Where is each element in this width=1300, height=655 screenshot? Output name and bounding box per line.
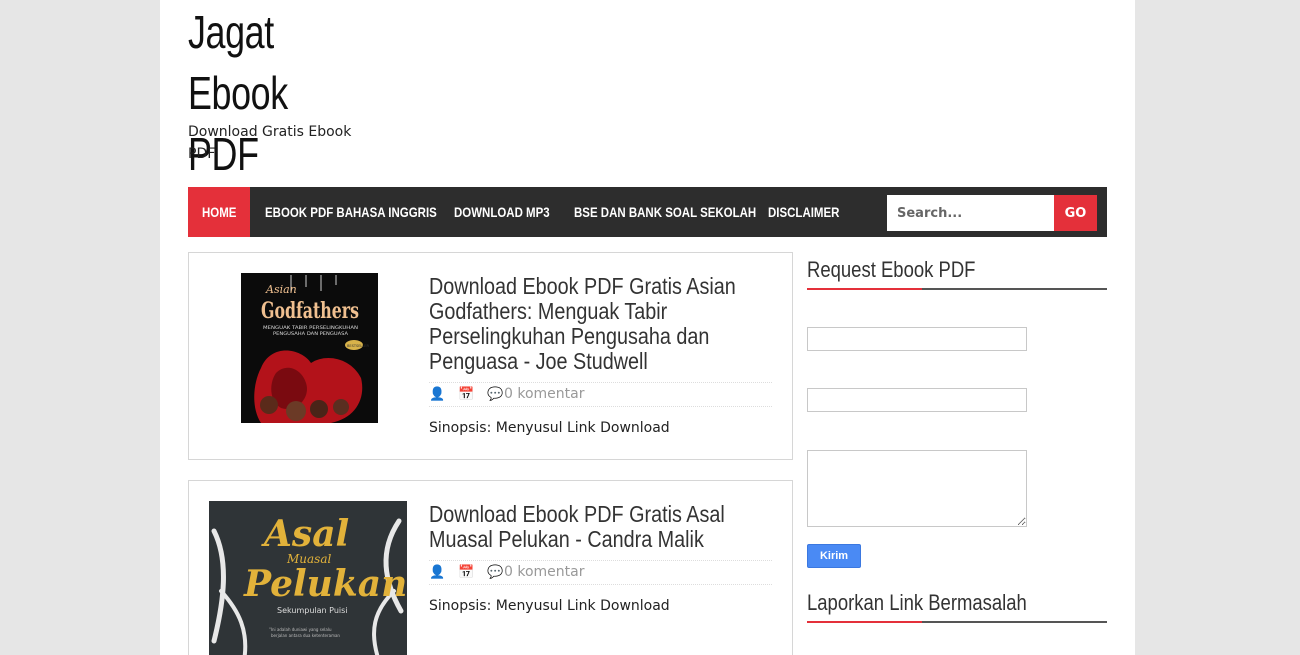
calendar-icon: 📅 [458, 565, 475, 580]
post-card: Asal Muasal Pelukan Sekumpulan Puisi "In… [188, 480, 793, 655]
request-name-field[interactable] [807, 327, 1027, 351]
nav-item-bse-dan-bank-soal[interactable]: BSE DAN BANK SOAL SEKOLAH [574, 187, 796, 237]
request-email-field[interactable] [807, 388, 1027, 412]
post-meta: 👤 📅 💬 0 komentar [429, 382, 772, 407]
main-navigation: HOME EBOOK PDF BAHASA INGGRIS DOWNLOAD M… [188, 187, 1107, 237]
svg-text:"Ini adalah duniawi yang selal: "Ini adalah duniawi yang selalu [269, 627, 332, 632]
svg-text:Pelukan: Pelukan [243, 563, 407, 605]
request-message-field[interactable] [807, 450, 1027, 527]
post-excerpt: Sinopsis: Menyusul Link Download [429, 420, 670, 436]
post-card: Asian Godfathers MENGUAK TABIR PERSELING… [188, 252, 793, 460]
svg-text:Asal: Asal [261, 513, 349, 555]
svg-text:BESTSELLER: BESTSELLER [347, 344, 370, 348]
comment-icon: 💬 [487, 565, 504, 580]
post-thumbnail[interactable]: Asian Godfathers MENGUAK TABIR PERSELING… [241, 273, 378, 423]
comment-icon: 💬 [487, 387, 504, 402]
svg-text:Sekumpulan Puisi: Sekumpulan Puisi [277, 606, 348, 615]
nav-item-ebook-pdf-bahasa-inggris[interactable]: EBOOK PDF BAHASA INGGRIS [265, 187, 475, 237]
comment-count[interactable]: 0 komentar [504, 561, 584, 584]
asal-muasal-pelukan-cover: Asal Muasal Pelukan Sekumpulan Puisi "In… [209, 501, 407, 655]
author-icon: 👤 [429, 387, 446, 402]
widget-title-request: Request Ebook PDF [807, 252, 1107, 290]
svg-text:Asian: Asian [265, 283, 297, 296]
svg-text:Godfathers: Godfathers [261, 298, 359, 324]
search-input[interactable] [887, 195, 1054, 231]
site-description: Download Gratis Ebook PDF [188, 124, 352, 162]
svg-text:PENGUSAHA DAN PENGUASA: PENGUSAHA DAN PENGUASA [273, 331, 349, 337]
post-meta: 👤 📅 💬 0 komentar [429, 560, 772, 585]
post-thumbnail[interactable]: Asal Muasal Pelukan Sekumpulan Puisi "In… [209, 501, 407, 655]
post-title[interactable]: Download Ebook PDF Gratis Asal Muasal Pe… [429, 502, 774, 552]
nav-item-home[interactable]: HOME [188, 187, 250, 237]
page-container: Jagat Ebook PDF Download Gratis Ebook PD… [160, 0, 1135, 655]
post-excerpt: Sinopsis: Menyusul Link Download [429, 598, 670, 614]
author-icon: 👤 [429, 565, 446, 580]
nav-item-download-mp3[interactable]: DOWNLOAD MP3 [454, 187, 571, 237]
nav-item-disclaimer[interactable]: DISCLAIMER [768, 187, 855, 237]
search-button[interactable]: GO [1054, 195, 1097, 231]
send-button[interactable]: Kirim [807, 544, 861, 568]
asian-godfathers-cover: Asian Godfathers MENGUAK TABIR PERSELING… [241, 273, 378, 423]
comment-count[interactable]: 0 komentar [504, 383, 584, 406]
calendar-icon: 📅 [458, 387, 475, 402]
svg-text:MENGUAK TABIR PERSELINGKUHAN: MENGUAK TABIR PERSELINGKUHAN [263, 325, 358, 331]
widget-title-report: Laporkan Link Bermasalah [807, 585, 1107, 623]
svg-text:berjalan antara dua ketenteram: berjalan antara dua ketenteraman [271, 633, 340, 638]
post-title[interactable]: Download Ebook PDF Gratis Asian Godfathe… [429, 274, 774, 374]
